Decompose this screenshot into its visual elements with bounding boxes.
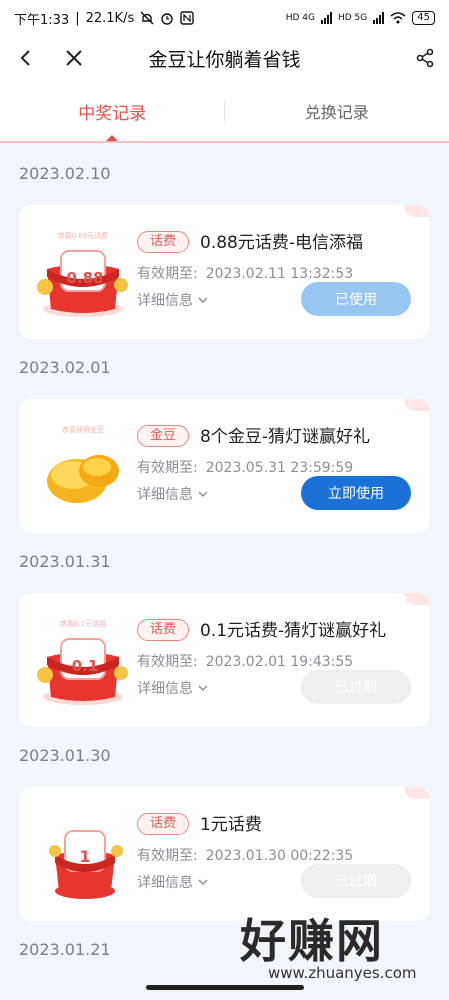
category-tag: 话费 [137,619,190,641]
phone-credit-gift-icon: 恭喜0.1元话费 0.1 [33,617,133,709]
record-date: 2023.01.30 [19,746,111,765]
tab-exchange-records[interactable]: 兑换记录 [225,80,449,142]
close-icon[interactable] [62,46,86,70]
share-icon[interactable] [413,46,437,70]
record-card[interactable]: 1 话费 1元话费 有效期至: 2023.01.30 00:22:35 详细信息 … [19,787,430,921]
chevron-down-icon [198,297,208,303]
gold-bean-icon: 恭喜获得金豆 [33,423,133,515]
detail-toggle[interactable]: 详细信息 [137,872,209,892]
chevron-down-icon [198,685,208,691]
page-title: 金豆让你躺着省钱 [148,48,301,71]
detail-toggle[interactable]: 详细信息 [137,290,209,310]
signal-icon [321,12,332,24]
record-date: 2023.01.21 [19,940,111,959]
home-indicator[interactable] [146,985,304,990]
wifi-icon [390,12,406,24]
category-tag: 话费 [137,813,190,835]
chevron-down-icon [198,491,208,497]
category-tag: 话费 [137,231,190,253]
expiry-text: 有效期至: 2023.02.11 13:32:53 [137,266,354,282]
tab-divider [224,100,225,122]
expired-button: 已过期 [301,670,411,704]
prize-title: 8个金豆-猜灯谜赢好礼 [200,427,370,447]
status-time: 下午1:33 [14,12,70,28]
prize-title: 1元话费 [200,815,262,835]
record-date: 2023.01.31 [19,552,111,571]
expired-button: 已过期 [301,864,411,898]
status-speed: 22.1K/s [85,10,135,26]
mute-icon [140,11,154,25]
record-card[interactable]: 恭喜获得金豆 金豆 8个金豆-猜灯谜赢好礼 有效期至: 2023.05.31 23… [19,399,430,533]
nav-bar: 金豆让你躺着省钱 [0,36,449,80]
watermark-logo: 好赚网 [240,914,384,968]
record-date: 2023.02.10 [19,164,111,183]
phone-credit-gift-icon: 1 [33,811,133,903]
use-now-button[interactable]: 立即使用 [301,476,411,510]
chevron-down-icon [198,879,208,885]
network-4g-label: HD 4G [285,13,315,23]
record-card[interactable]: 恭喜0.88元话费 0.88 话费 0.88元话费-电信添福 有效期至: 2023… [19,205,430,339]
used-button[interactable]: 已使用 [301,282,411,316]
expiry-text: 有效期至: 2023.01.30 00:22:35 [137,848,354,864]
record-date: 2023.02.01 [19,358,111,377]
category-tag: 金豆 [137,425,190,447]
expiry-text: 有效期至: 2023.05.31 23:59:59 [137,460,354,476]
battery-icon: 45 [412,11,435,25]
phone-credit-gift-icon: 恭喜0.88元话费 0.88 [33,229,133,321]
expiry-text: 有效期至: 2023.02.01 19:43:55 [137,654,354,670]
detail-toggle[interactable]: 详细信息 [137,678,209,698]
status-bar: 下午1:33 | 22.1K/s HD 4G HD 5G 45 [0,0,449,36]
tab-underline [0,141,449,143]
alarm-icon [161,13,173,25]
signal-icon [373,12,385,24]
watermark-url: www.zhuanyes.com [268,964,417,982]
detail-toggle[interactable]: 详细信息 [137,484,209,504]
tab-prize-records[interactable]: 中奖记录 [0,80,225,142]
prize-title: 0.88元话费-电信添福 [200,233,363,253]
network-5g-label: HD 5G [338,13,368,23]
prize-title: 0.1元话费-猜灯谜赢好礼 [200,621,387,641]
nfc-icon [180,11,194,25]
tab-bar: 中奖记录 兑换记录 [0,80,449,142]
record-card[interactable]: 恭喜0.1元话费 0.1 话费 0.1元话费-猜灯谜赢好礼 有效期至: 2023.… [19,593,430,727]
back-arrow-icon[interactable] [14,46,38,70]
